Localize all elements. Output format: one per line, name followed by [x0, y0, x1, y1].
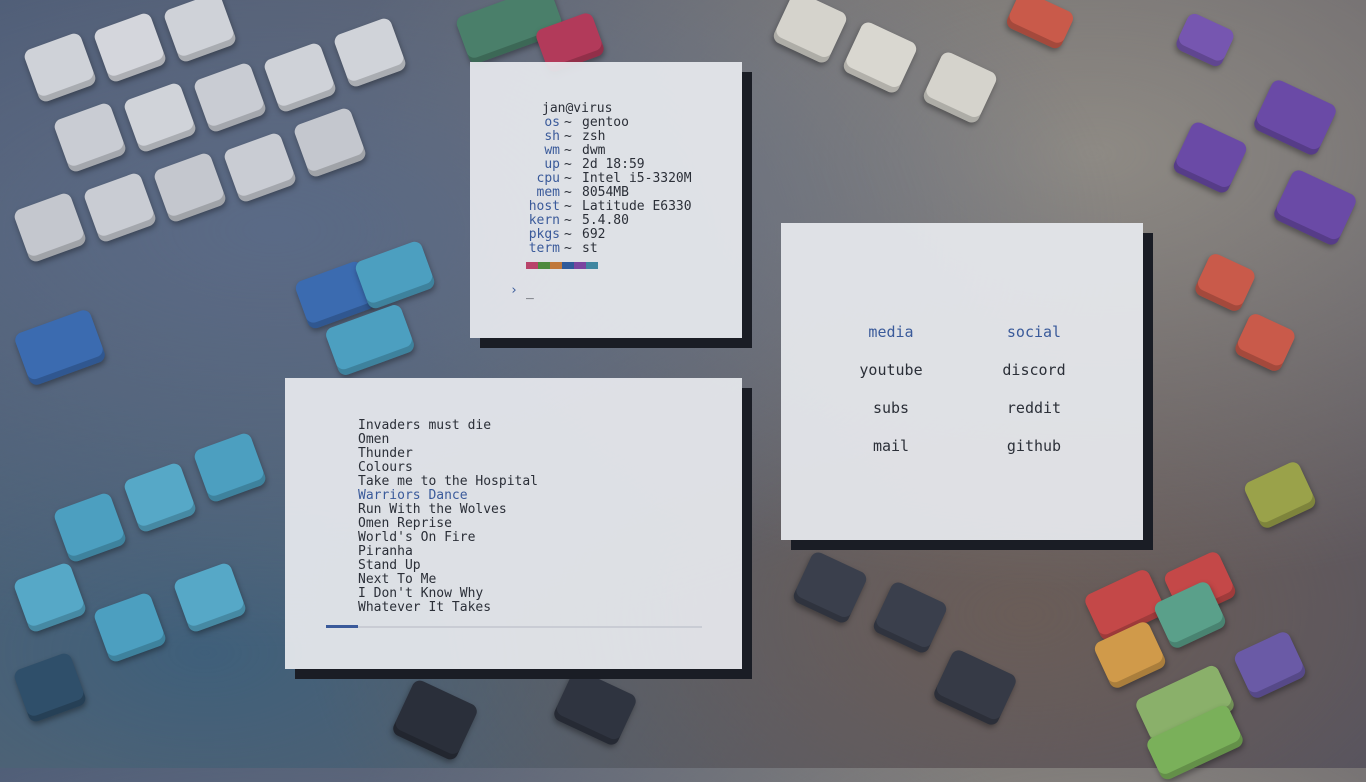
track-item[interactable]: Whatever It Takes — [358, 601, 538, 615]
fetch-value: 692 — [582, 227, 606, 242]
fetch-separator: ~ — [564, 157, 572, 172]
track-item[interactable]: World's On Fire — [358, 531, 538, 545]
palette-swatch — [526, 262, 538, 269]
playback-progress-bar[interactable] — [326, 625, 702, 628]
track-item[interactable]: Omen Reprise — [358, 517, 538, 531]
track-item[interactable]: Stand Up — [358, 559, 538, 573]
track-item[interactable]: Piranha — [358, 545, 538, 559]
fetch-row-up: up ~ 2d 18:59 — [470, 158, 742, 172]
fetch-separator: ~ — [564, 129, 572, 144]
palette-swatch — [574, 262, 586, 269]
link-mail[interactable]: mail — [811, 439, 971, 477]
prompt-chevron-icon: › — [510, 283, 518, 298]
fetch-row-host: host ~ Latitude E6330 — [470, 200, 742, 214]
fetch-value: 2d 18:59 — [582, 157, 645, 172]
fetch-separator: ~ — [564, 171, 572, 186]
fetch-value: gentoo — [582, 115, 629, 130]
fetch-row-cpu: cpu ~ Intel i5-3320M — [470, 172, 742, 186]
link-github[interactable]: github — [954, 439, 1114, 477]
fetch-key: wm — [544, 143, 560, 158]
track-item[interactable]: Omen — [358, 433, 538, 447]
track-item[interactable]: I Don't Know Why — [358, 587, 538, 601]
link-discord[interactable]: discord — [954, 363, 1114, 401]
links-heading-media: media — [868, 323, 914, 341]
fetch-row-pkgs: pkgs ~ 692 — [470, 228, 742, 242]
palette-swatch — [586, 262, 598, 269]
fetch-separator: ~ — [564, 115, 572, 130]
fetch-value: Latitude E6330 — [582, 199, 692, 214]
track-item[interactable]: Warriors Dance — [358, 489, 538, 503]
playlist-window[interactable]: Invaders must die Omen Thunder Colours Take … — [285, 378, 742, 669]
fetch-key: host — [528, 199, 560, 214]
fetch-key: up — [544, 157, 560, 172]
fetch-key: pkgs — [528, 227, 560, 242]
fetch-user-host: jan@virus — [542, 101, 613, 116]
fetch-key: cpu — [536, 171, 560, 186]
fetch-separator: ~ — [564, 227, 572, 242]
link-reddit[interactable]: reddit — [954, 401, 1114, 439]
links-column-social: social discord reddit github — [954, 325, 1114, 477]
track-list: Invaders must die Omen Thunder Colours Take … — [358, 419, 538, 615]
fetch-row-os: os ~ gentoo — [470, 116, 742, 130]
fetch-row-term: term ~ st — [470, 242, 742, 256]
fetch-terminal-window[interactable]: jan@virus os ~ gentoo sh ~ zsh wm ~ dwm … — [470, 62, 742, 338]
palette-swatch — [562, 262, 574, 269]
fetch-separator: ~ — [564, 213, 572, 228]
link-subs[interactable]: subs — [811, 401, 971, 439]
fetch-value: Intel i5-3320M — [582, 171, 692, 186]
fetch-key: sh — [544, 129, 560, 144]
fetch-row-mem: mem ~ 8054MB — [470, 186, 742, 200]
track-item[interactable]: Run With the Wolves — [358, 503, 538, 517]
track-item[interactable]: Invaders must die — [358, 419, 538, 433]
playback-progress-fill — [326, 625, 358, 628]
fetch-row-wm: wm ~ dwm — [470, 144, 742, 158]
palette-swatch — [550, 262, 562, 269]
fetch-separator: ~ — [564, 143, 572, 158]
fetch-separator: ~ — [564, 241, 572, 256]
fetch-value: 5.4.80 — [582, 213, 629, 228]
fetch-value: 8054MB — [582, 185, 629, 200]
fetch-separator: ~ — [564, 185, 572, 200]
link-youtube[interactable]: youtube — [811, 363, 971, 401]
fetch-row-kern: kern ~ 5.4.80 — [470, 214, 742, 228]
palette-swatch — [538, 262, 550, 269]
fetch-key: term — [528, 241, 560, 256]
fetch-key: kern — [528, 213, 560, 228]
fetch-value: st — [582, 241, 598, 256]
track-item[interactable]: Colours — [358, 461, 538, 475]
links-column-media: media youtube subs mail — [811, 325, 971, 477]
track-item[interactable]: Take me to the Hospital — [358, 475, 538, 489]
terminal-cursor[interactable]: _ — [526, 286, 534, 300]
fetch-value: zsh — [582, 129, 606, 144]
fetch-value: dwm — [582, 143, 606, 158]
startpage-links-window: media youtube subs mail social discord r… — [781, 223, 1143, 540]
color-palette-swatches — [526, 262, 598, 269]
track-item[interactable]: Next To Me — [358, 573, 538, 587]
fetch-separator: ~ — [564, 199, 572, 214]
fetch-key: mem — [536, 185, 560, 200]
fetch-row-sh: sh ~ zsh — [470, 130, 742, 144]
fetch-key: os — [544, 115, 560, 130]
track-item[interactable]: Thunder — [358, 447, 538, 461]
links-heading-social: social — [1006, 323, 1062, 341]
